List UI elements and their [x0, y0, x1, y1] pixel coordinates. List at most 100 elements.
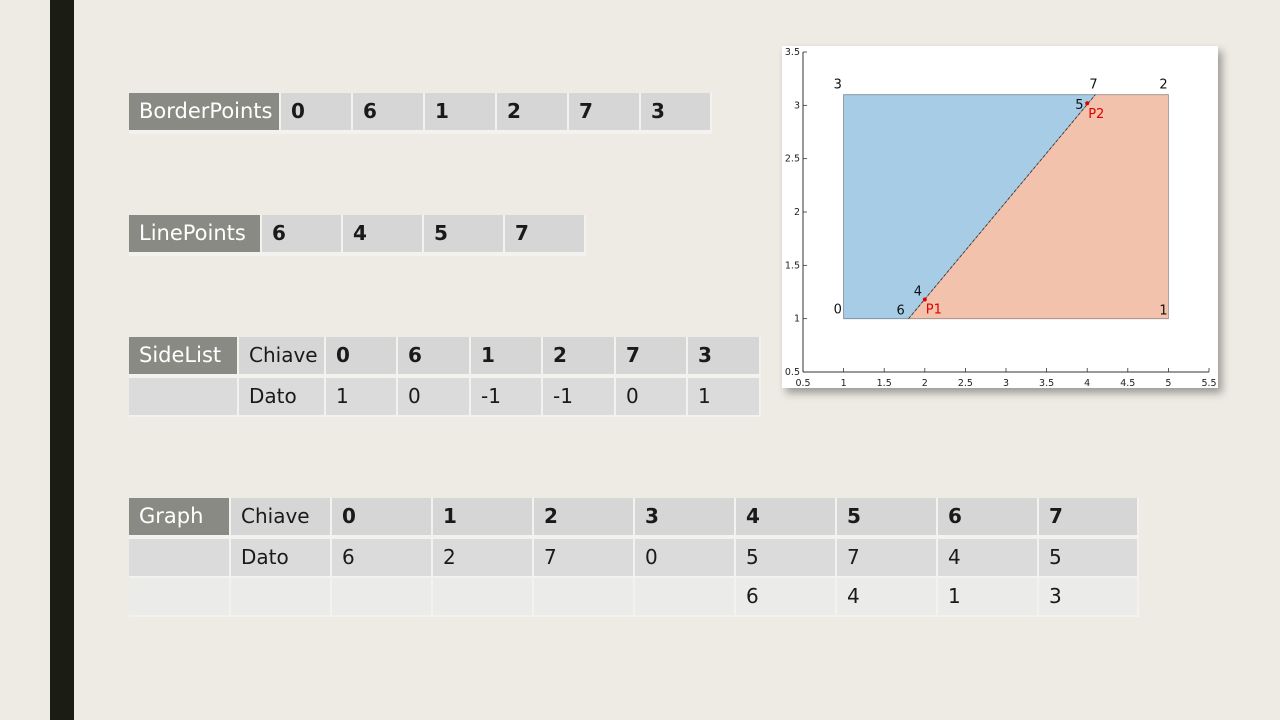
x-tick-label: 1: [841, 378, 847, 388]
graph-data-cell: 2: [432, 537, 534, 578]
graph-key-cell: 6: [937, 498, 1039, 539]
border-point-cell: 6: [352, 93, 425, 134]
x-tick-label: 5: [1165, 378, 1171, 388]
graph-key-label: Chiave: [230, 498, 332, 539]
line-points-row: LinePoints 6 4 5 7: [129, 215, 586, 256]
border-points-row: BorderPoints 0 6 1 2 7 3: [129, 93, 712, 134]
y-tick-label: 2: [794, 207, 800, 218]
graph-data-cell: 4: [836, 577, 938, 617]
side-list-data-cell: 0: [615, 376, 688, 417]
x-tick-label: 4: [1084, 378, 1090, 388]
y-tick-label: 1.5: [785, 260, 800, 271]
x-tick-label: 1.5: [877, 378, 892, 388]
x-tick-label: 2: [922, 378, 928, 388]
side-list-key-cell: 2: [542, 337, 616, 378]
border-point-cell: 2: [496, 93, 569, 134]
side-list-data-cell: 0: [397, 376, 471, 417]
x-tick-label: 4.5: [1120, 378, 1135, 388]
graph-key-cell: 7: [1038, 498, 1139, 539]
side-list-data-cell: -1: [470, 376, 543, 417]
graph-data-label: Dato: [230, 537, 332, 578]
border-point-cell: 3: [640, 93, 712, 134]
graph-key-row: Graph Chiave 0 1 2 3 4 5 6 7: [129, 498, 1139, 539]
left-accent-bar: [50, 0, 74, 720]
graph-data-cell: 1: [937, 577, 1039, 617]
graph-key-cell: 3: [634, 498, 736, 539]
graph-empty-cell: [129, 537, 231, 578]
line-points-label: LinePoints: [129, 215, 262, 256]
graph-data-cell: 6: [331, 537, 433, 578]
graph-empty-cell: [129, 577, 231, 617]
y-tick-label: 2.5: [785, 154, 800, 165]
side-list-key-row: SideList Chiave 0 6 1 2 7 3: [129, 337, 761, 378]
point-label: 4: [914, 284, 922, 299]
graph-key-cell: 1: [432, 498, 534, 539]
line-point-cell: 4: [342, 215, 424, 256]
highlight-point: [1085, 101, 1090, 106]
y-tick-label: 1: [794, 314, 800, 325]
x-tick-label: 3: [1003, 378, 1009, 388]
highlight-label: P2: [1088, 107, 1104, 122]
side-list-table: SideList Chiave 0 6 1 2 7 3 Dato 1 0 -1 …: [129, 337, 761, 417]
graph-data-cell: 4: [937, 537, 1039, 578]
side-list-empty-cell: [129, 376, 239, 417]
line-points-table: LinePoints 6 4 5 7: [129, 215, 586, 256]
graph-data-cell: 7: [533, 537, 635, 578]
line-point-cell: 5: [423, 215, 505, 256]
graph-data-cell: 5: [1038, 537, 1139, 578]
graph-data-row: Dato 6 2 7 0 5 7 4 5: [129, 537, 1139, 578]
x-tick-label: 0.5: [795, 378, 810, 388]
point-label: 6: [897, 304, 905, 319]
graph-data-cell: [533, 577, 635, 617]
side-list-key-cell: 6: [397, 337, 471, 378]
side-list-data-cell: 1: [325, 376, 398, 417]
point-label: 0: [834, 303, 842, 318]
border-points-label: BorderPoints: [129, 93, 281, 134]
point-label: 3: [834, 78, 842, 93]
point-label: 2: [1159, 78, 1167, 93]
line-point-cell: 6: [261, 215, 343, 256]
graph-data-cell: 3: [1038, 577, 1139, 617]
graph-data-cell: 0: [634, 537, 736, 578]
side-list-data-label: Dato: [238, 376, 326, 417]
region-plot-svg: 0.5 1 1.5 2 2.5 3 3.5 4 4.5 5 5.5 0.5 1 1.5 2 2.5 3 3.5 0 1…: [785, 47, 1217, 388]
line-point-cell: 7: [504, 215, 586, 256]
side-list-key-cell: 0: [325, 337, 398, 378]
border-point-cell: 0: [280, 93, 353, 134]
graph-data-cell: 7: [836, 537, 938, 578]
side-list-key-cell: 7: [615, 337, 688, 378]
region-plot: 0.5 1 1.5 2 2.5 3 3.5 4 4.5 5 5.5 0.5 1 1.5 2 2.5 3 3.5 0 1…: [782, 46, 1218, 388]
side-list-data-cell: -1: [542, 376, 616, 417]
x-tick-label: 2.5: [958, 378, 973, 388]
graph-data-cell: [432, 577, 534, 617]
side-list-label: SideList: [129, 337, 239, 378]
point-label: 5: [1075, 98, 1083, 113]
y-tick-label: 0.5: [785, 367, 800, 378]
graph-data-cell: [331, 577, 433, 617]
side-list-key-cell: 3: [687, 337, 761, 378]
graph-data-cell: 5: [735, 537, 837, 578]
x-tick-label: 3.5: [1039, 378, 1054, 388]
graph-data-cell: 6: [735, 577, 837, 617]
side-list-key-cell: 1: [470, 337, 543, 378]
graph-table: Graph Chiave 0 1 2 3 4 5 6 7 Dato 6 2 7 …: [129, 498, 1139, 617]
border-points-table: BorderPoints 0 6 1 2 7 3: [129, 93, 712, 134]
point-label: 7: [1089, 78, 1097, 93]
side-list-key-label: Chiave: [238, 337, 326, 378]
y-tick-label: 3.5: [785, 47, 800, 58]
graph-label: Graph: [129, 498, 231, 539]
highlight-point: [922, 297, 927, 302]
highlight-label: P1: [926, 302, 942, 317]
side-list-data-cell: 1: [687, 376, 761, 417]
border-point-cell: 7: [568, 93, 641, 134]
graph-key-cell: 5: [836, 498, 938, 539]
x-tick-label: 5.5: [1201, 378, 1216, 388]
point-label: 1: [1159, 304, 1167, 319]
graph-empty-cell: [230, 577, 332, 617]
graph-key-cell: 4: [735, 498, 837, 539]
graph-data-row-2: 6 4 1 3: [129, 577, 1139, 617]
side-list-data-row: Dato 1 0 -1 -1 0 1: [129, 376, 761, 417]
graph-key-cell: 2: [533, 498, 635, 539]
graph-key-cell: 0: [331, 498, 433, 539]
graph-data-cell: [634, 577, 736, 617]
